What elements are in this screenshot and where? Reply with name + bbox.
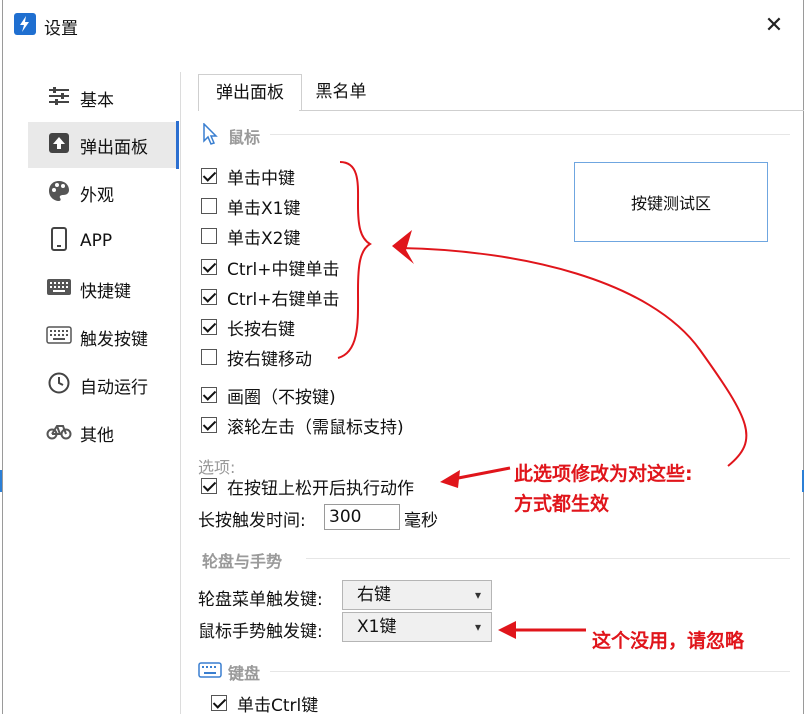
annotation-note-1-line1: 此选项修改为对这些: <box>514 463 693 485</box>
annotation-brace <box>337 161 372 359</box>
annotation-arrowhead-3 <box>498 621 516 639</box>
annotation-note-2: 这个没用，请忽略 <box>592 630 745 652</box>
annotation-overlay <box>337 161 748 639</box>
annotation-curve-arrow <box>399 247 748 467</box>
annotation-note-1-line2: 方式都生效 <box>514 493 610 515</box>
annotation-arrowhead-1 <box>392 230 414 264</box>
annotation-arrowhead-2 <box>440 470 460 488</box>
